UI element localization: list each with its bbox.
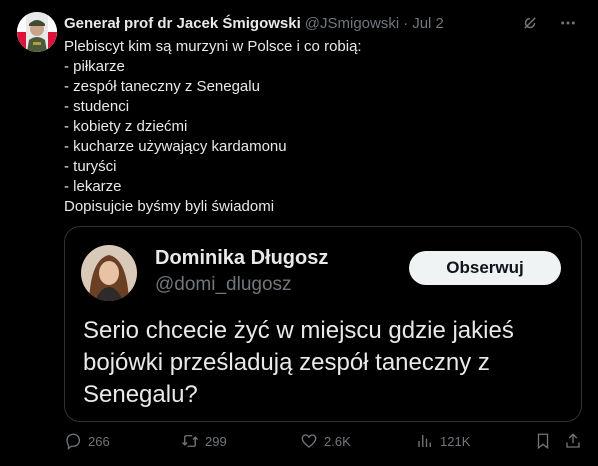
author-avatar[interactable] <box>17 12 57 52</box>
share-button[interactable] <box>564 432 582 450</box>
quoted-author-name[interactable]: Dominika Długosz <box>155 247 328 270</box>
bookmark-icon <box>537 433 549 450</box>
author-name[interactable]: Generał prof dr Jacek Śmigowski <box>64 15 301 32</box>
quoted-author-handle[interactable]: @domi_dlugosz <box>155 274 292 296</box>
tweet-date[interactable]: Jul 2 <box>412 15 444 32</box>
quoted-author-avatar[interactable] <box>81 245 137 301</box>
views-button[interactable]: 121K <box>416 432 470 450</box>
like-icon <box>301 434 317 448</box>
like-button[interactable]: 2.6K <box>300 432 351 450</box>
tweet-line: - zespół taneczny z Senegalu <box>64 78 260 95</box>
reply-icon <box>66 433 81 450</box>
retweet-icon <box>182 435 198 447</box>
reply-count: 266 <box>88 433 110 449</box>
header-actions <box>520 13 578 33</box>
reply-button[interactable]: 266 <box>64 432 110 450</box>
quoted-tweet-text: Serio chcecie żyć w miejscu gdzie jakieś… <box>83 317 514 408</box>
tweet-line: - turyści <box>64 158 117 175</box>
bookmark-button[interactable] <box>534 432 552 450</box>
tweet-line: Dopisujcie byśmy byli świadomi <box>64 198 275 215</box>
tweet-line: - kobiety z dziećmi <box>64 118 188 135</box>
tweet-header: Generał prof dr Jacek Śmigowski @JSmigow… <box>64 13 578 33</box>
retweet-button[interactable]: 299 <box>181 432 227 450</box>
tweet-text: Plebiscyt kim są murzyni w Polsce i co r… <box>64 37 564 217</box>
views-count: 121K <box>440 433 471 449</box>
author-handle[interactable]: @JSmigowski <box>305 15 399 32</box>
separator-dot: · <box>403 14 409 32</box>
quoted-tweet-card[interactable]: Dominika Długosz @domi_dlugosz Obserwuj … <box>64 226 582 422</box>
tweet-line: - lekarze <box>64 178 122 195</box>
tweet-line: Plebiscyt kim są murzyni w Polsce i co r… <box>64 38 362 55</box>
share-icon <box>566 433 580 448</box>
tweet-line: - kucharze używający kardamonu <box>64 138 287 155</box>
tweet-line: - studenci <box>64 98 130 115</box>
tweet-actions: 266 299 2.6K 121K <box>64 432 582 456</box>
retweet-count: 299 <box>205 433 227 449</box>
follow-button[interactable]: Obserwuj <box>409 251 561 285</box>
views-icon <box>418 435 431 447</box>
tweet-line: - piłkarze <box>64 58 125 75</box>
grok-icon[interactable] <box>520 13 540 33</box>
more-icon[interactable] <box>558 13 578 33</box>
like-count: 2.6K <box>324 433 351 449</box>
